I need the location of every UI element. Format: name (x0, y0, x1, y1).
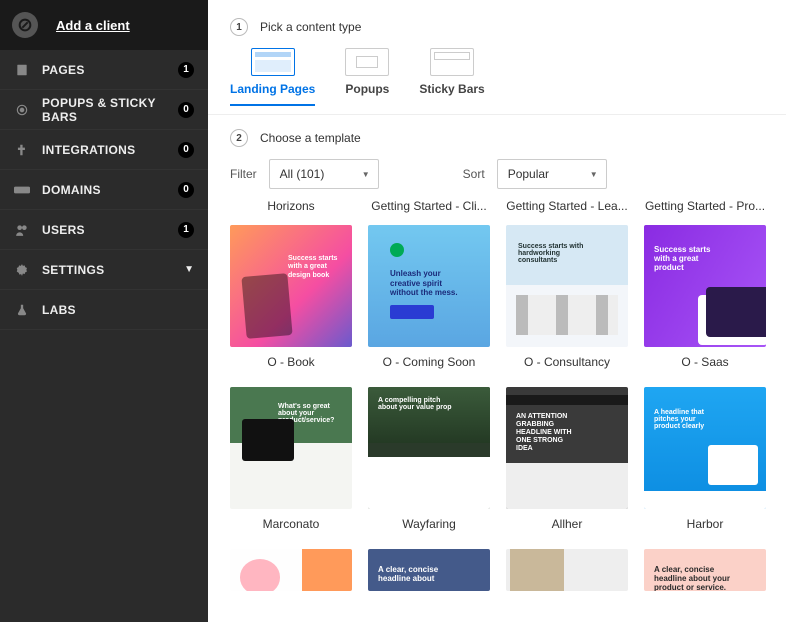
template-name: Getting Started - Pro... (644, 199, 766, 213)
template-card[interactable]: Success starts with a great design book O… (230, 225, 352, 369)
template-name: Wayfaring (402, 517, 456, 531)
sidebar-item-integrations[interactable]: INTEGRATIONS 0 (0, 130, 208, 170)
template-thumbnail: A clear, concise headline about your pro… (644, 549, 766, 591)
count-badge: 1 (178, 222, 194, 238)
template-thumbnail (230, 549, 352, 591)
sidebar-item-label: SETTINGS (42, 263, 172, 277)
template-card[interactable] (230, 549, 352, 591)
template-scroll-area[interactable]: Horizons Getting Started - Cli... Gettin… (208, 199, 786, 622)
template-name: Getting Started - Lea... (506, 199, 628, 213)
template-thumbnail: Success starts with a great product (644, 225, 766, 347)
tab-label: Sticky Bars (419, 82, 484, 96)
gear-icon (14, 262, 30, 278)
template-thumbnail: Success starts with hardworking consulta… (506, 225, 628, 347)
sidebar-item-label: USERS (42, 223, 166, 237)
template-card[interactable]: Unleash your creative spirit without the… (368, 225, 490, 369)
count-badge: 0 (178, 182, 194, 198)
template-card[interactable]: A clear, concise headline about (368, 549, 490, 591)
popups-icon (14, 102, 30, 118)
template-thumbnail: A headline that pitches your product cle… (644, 387, 766, 509)
sort-select[interactable]: Popular (497, 159, 607, 189)
sidebar-header: Add a client (0, 0, 208, 50)
landing-pages-thumb-icon (251, 48, 295, 76)
users-icon (14, 222, 30, 238)
filter-bar: Filter All (101) Sort Popular (230, 159, 766, 189)
sidebar-item-label: DOMAINS (42, 183, 166, 197)
template-card[interactable]: Success starts with hardworking consulta… (506, 225, 628, 369)
sort-label: Sort (463, 167, 485, 181)
main-panel: 1 Pick a content type Landing Pages Popu… (208, 0, 786, 622)
step-number: 1 (230, 18, 248, 36)
filter-label: Filter (230, 167, 257, 181)
template-card[interactable] (506, 549, 628, 591)
sticky-bars-thumb-icon (430, 48, 474, 76)
template-name: O - Consultancy (524, 355, 610, 369)
filter-select[interactable]: All (101) (269, 159, 379, 189)
integrations-icon (14, 142, 30, 158)
chevron-down-icon: ▼ (184, 264, 194, 275)
template-grid: Success starts with a great design book O… (230, 225, 766, 591)
domains-icon (14, 182, 30, 198)
sidebar-item-popups[interactable]: POPUPS & STICKY BARS 0 (0, 90, 208, 130)
template-thumbnail: Success starts with a great design book (230, 225, 352, 347)
step-one-row: 1 Pick a content type (230, 18, 766, 36)
sidebar-item-pages[interactable]: PAGES 1 (0, 50, 208, 90)
template-name: Horizons (230, 199, 352, 213)
count-badge: 0 (178, 142, 194, 158)
sidebar-item-settings[interactable]: SETTINGS ▼ (0, 250, 208, 290)
sidebar-item-label: POPUPS & STICKY BARS (42, 96, 166, 124)
tab-sticky-bars[interactable]: Sticky Bars (419, 48, 484, 106)
template-card[interactable]: Success starts with a great product O - S… (644, 225, 766, 369)
template-thumbnail: A compelling pitch about your value prop (368, 387, 490, 509)
count-badge: 0 (178, 102, 194, 118)
tab-label: Landing Pages (230, 82, 315, 96)
template-name: Marconato (263, 517, 320, 531)
tab-label: Popups (345, 82, 389, 96)
tab-popups[interactable]: Popups (345, 48, 389, 106)
template-thumbnail: AN ATTENTION GRABBING HEADLINE WITH ONE … (506, 387, 628, 509)
template-name: Allher (552, 517, 583, 531)
sidebar-item-label: LABS (42, 303, 194, 317)
labs-icon (14, 302, 30, 318)
app-logo[interactable] (12, 12, 38, 38)
template-card[interactable]: A compelling pitch about your value prop… (368, 387, 490, 531)
sidebar: Add a client PAGES 1 POPUPS & STICKY BAR… (0, 0, 208, 622)
sidebar-item-label: INTEGRATIONS (42, 143, 166, 157)
template-name: Harbor (687, 517, 724, 531)
step-label: Pick a content type (260, 20, 361, 34)
template-card[interactable]: What's so great about your product/servi… (230, 387, 352, 531)
template-name: Getting Started - Cli... (368, 199, 490, 213)
step-label: Choose a template (260, 131, 361, 145)
step-two-row: 2 Choose a template (230, 129, 766, 147)
template-card[interactable]: A clear, concise headline about your pro… (644, 549, 766, 591)
template-card[interactable]: A headline that pitches your product cle… (644, 387, 766, 531)
template-thumbnail (506, 549, 628, 591)
template-card[interactable]: AN ATTENTION GRABBING HEADLINE WITH ONE … (506, 387, 628, 531)
step-number: 2 (230, 129, 248, 147)
count-badge: 1 (178, 62, 194, 78)
content-type-tabs: Landing Pages Popups Sticky Bars (230, 48, 766, 106)
template-thumbnail: Unleash your creative spirit without the… (368, 225, 490, 347)
sidebar-item-labs[interactable]: LABS (0, 290, 208, 330)
template-name: O - Coming Soon (383, 355, 476, 369)
add-client-link[interactable]: Add a client (56, 18, 130, 33)
pages-icon (14, 62, 30, 78)
sidebar-item-users[interactable]: USERS 1 (0, 210, 208, 250)
template-thumbnail: A clear, concise headline about (368, 549, 490, 591)
sidebar-item-label: PAGES (42, 63, 166, 77)
template-thumbnail: What's so great about your product/servi… (230, 387, 352, 509)
template-name: O - Book (267, 355, 314, 369)
sidebar-item-domains[interactable]: DOMAINS 0 (0, 170, 208, 210)
popups-thumb-icon (345, 48, 389, 76)
tab-landing-pages[interactable]: Landing Pages (230, 48, 315, 106)
partial-template-row: Horizons Getting Started - Cli... Gettin… (230, 199, 766, 213)
template-name: O - Saas (681, 355, 728, 369)
